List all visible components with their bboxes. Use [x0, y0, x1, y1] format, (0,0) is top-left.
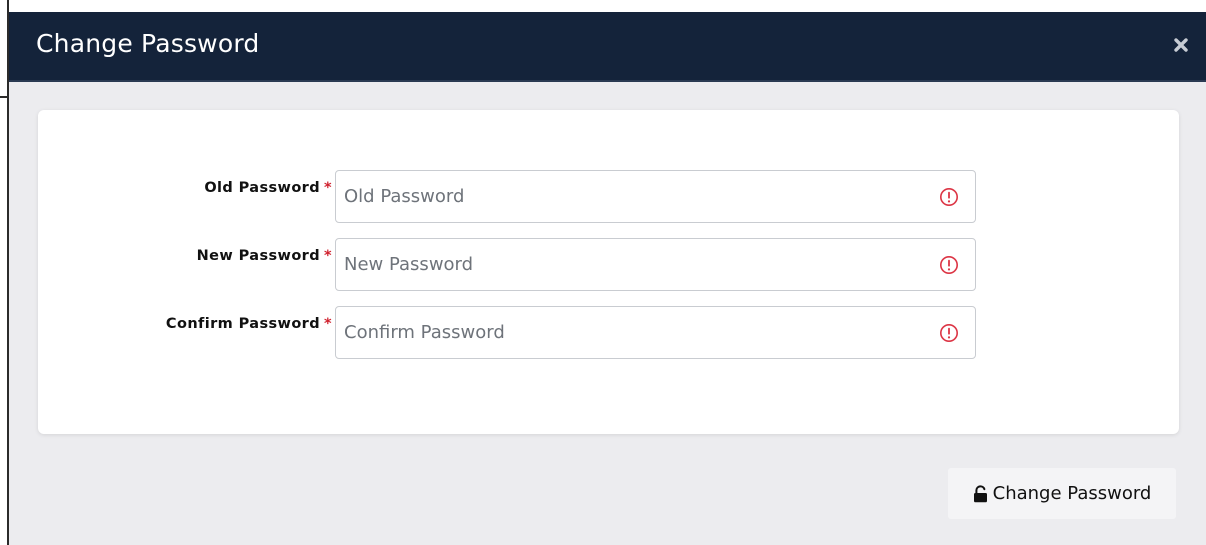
new-password-row: New Password * [38, 238, 1179, 291]
confirm-password-row: Confirm Password * [38, 306, 1179, 359]
error-circle-icon [940, 256, 958, 274]
old-password-label: Old Password * [204, 180, 332, 196]
old-password-input[interactable] [336, 171, 916, 222]
error-circle-icon [940, 324, 958, 342]
error-circle-icon [940, 188, 958, 206]
change-password-button-label: Change Password [992, 483, 1152, 504]
change-password-button[interactable]: Change Password [948, 468, 1176, 519]
unlock-icon [973, 484, 987, 502]
confirm-password-label: Confirm Password * [165, 316, 332, 332]
change-password-modal: Change Password Old Password * New Passwo… [9, 12, 1206, 545]
password-form-card: Old Password * New Password * Confirm Pa… [38, 110, 1179, 434]
confirm-password-field-wrapper [335, 306, 976, 359]
modal-title: Change Password [36, 29, 260, 58]
close-icon [1174, 38, 1188, 52]
close-button[interactable] [1170, 34, 1192, 56]
page-edge-tick [0, 96, 7, 98]
confirm-password-input[interactable] [336, 307, 916, 358]
required-marker: * [324, 180, 332, 196]
new-password-field-wrapper [335, 238, 976, 291]
old-password-field-wrapper [335, 170, 976, 223]
old-password-row: Old Password * [38, 170, 1179, 223]
page-background-top [9, 0, 1206, 12]
required-marker: * [324, 248, 332, 264]
required-marker: * [324, 316, 332, 332]
new-password-input[interactable] [336, 239, 916, 290]
modal-header: Change Password [9, 12, 1206, 82]
new-password-label: New Password * [196, 248, 332, 264]
page-background-left [0, 0, 9, 545]
